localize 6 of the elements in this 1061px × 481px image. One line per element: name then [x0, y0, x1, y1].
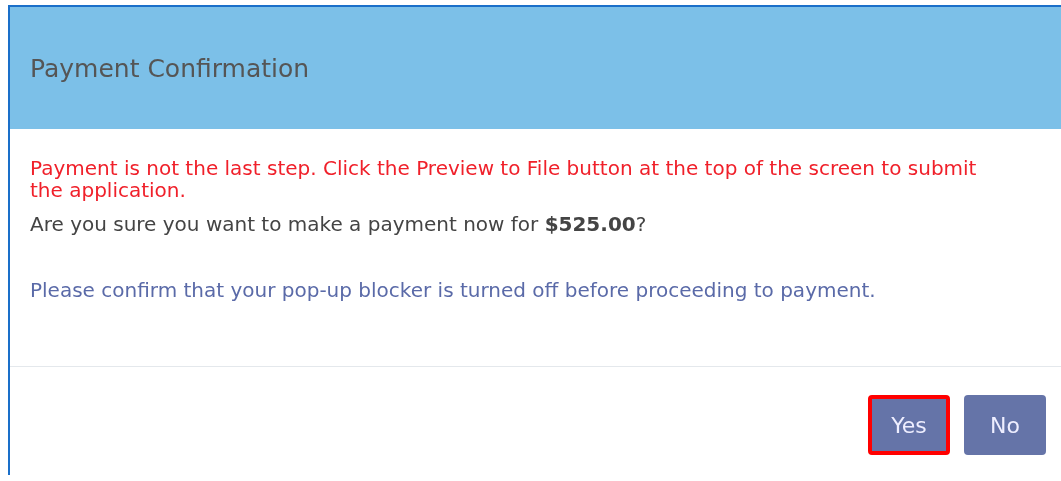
dialog-title: Payment Confirmation	[30, 53, 310, 83]
warning-message: Payment is not the last step. Click the Preview to File button at the top of the screen to submit the application.	[30, 157, 978, 201]
confirmation-question: Are you sure you want to make a payment now for $525.00?	[30, 213, 648, 235]
cancel-button[interactable]: No	[964, 395, 1046, 455]
confirm-button[interactable]: Yes	[868, 395, 950, 455]
popup-blocker-notice: Please confirm that your pop-up blocker is turned off before proceeding to payment.	[30, 279, 877, 301]
